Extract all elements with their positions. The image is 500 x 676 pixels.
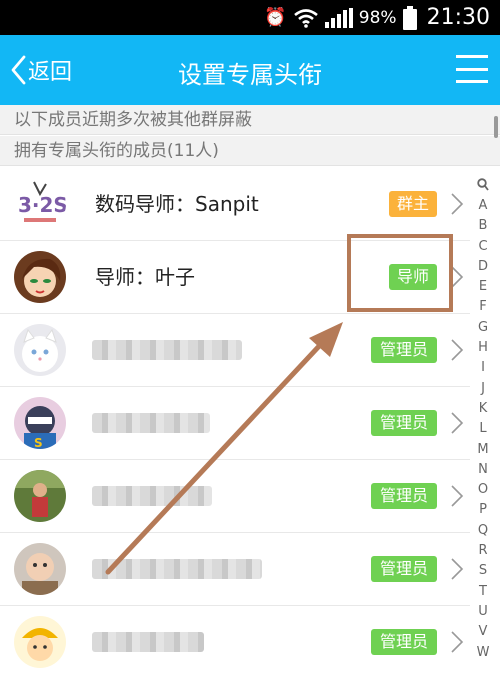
member-row[interactable]: 管理员 xyxy=(0,460,470,533)
index-letter[interactable]: D xyxy=(478,257,488,277)
index-letter[interactable]: M xyxy=(477,440,488,460)
chevron-right-icon xyxy=(451,558,464,580)
page-title: 设置专属头衔 xyxy=(178,61,322,89)
member-row[interactable]: 管理员 xyxy=(0,314,470,387)
index-letter[interactable]: W xyxy=(477,643,490,663)
title-badge-admin: 管理员 xyxy=(371,629,437,655)
index-letter[interactable]: A xyxy=(479,196,488,216)
member-row[interactable]: S 管理员 xyxy=(0,387,470,460)
member-name: 导师：叶子 xyxy=(95,265,195,289)
chevron-right-icon xyxy=(451,412,464,434)
battery-percent: 98% xyxy=(358,7,397,28)
wifi-icon xyxy=(293,8,318,28)
title-badge-admin: 管理员 xyxy=(371,556,437,582)
index-letter[interactable]: K xyxy=(479,399,488,419)
svg-text:S: S xyxy=(34,436,43,449)
chevron-right-icon xyxy=(451,485,464,507)
avatar: S xyxy=(14,397,66,449)
member-name-blurred xyxy=(92,413,210,433)
chevron-right-icon xyxy=(451,631,464,653)
title-badge-admin: 管理员 xyxy=(371,337,437,363)
index-letter[interactable]: O xyxy=(478,480,488,500)
alphabet-index[interactable]: A B C D E F G H I J K L M N O P Q R S T … xyxy=(472,178,494,663)
index-letter[interactable]: I xyxy=(481,358,485,378)
alarm-icon: ⏰ xyxy=(264,7,287,28)
index-letter[interactable]: P xyxy=(479,500,487,520)
index-letter[interactable]: Q xyxy=(478,521,488,541)
chevron-right-icon xyxy=(451,339,464,361)
index-letter[interactable]: H xyxy=(478,338,488,358)
title-badge-admin: 管理员 xyxy=(371,410,437,436)
avatar xyxy=(14,543,66,595)
chevron-right-icon xyxy=(451,266,464,288)
index-letter[interactable]: L xyxy=(479,419,486,439)
member-name-blurred xyxy=(92,340,242,360)
member-name-blurred xyxy=(92,632,204,652)
title-badge-owner: 群主 xyxy=(389,191,437,217)
member-name-blurred xyxy=(92,486,212,506)
title-badge-mentor: 导师 xyxy=(389,264,437,290)
section-title: 拥有专属头衔的成员(11人) xyxy=(0,136,500,166)
title-badge-admin: 管理员 xyxy=(371,483,437,509)
index-letter[interactable]: G xyxy=(478,318,488,338)
member-name-blurred xyxy=(92,559,262,579)
avatar xyxy=(14,251,66,303)
avatar xyxy=(14,616,66,668)
clock: 21:30 xyxy=(426,5,490,30)
index-letter[interactable]: U xyxy=(478,602,488,622)
menu-icon[interactable] xyxy=(456,55,488,83)
index-letter[interactable]: V xyxy=(479,622,488,642)
member-list: 3·2S 数码导师：Sanpit 群主 导师：叶子 导师 管理员 S 管理员 管… xyxy=(0,168,470,676)
index-letter[interactable]: S xyxy=(479,561,487,581)
index-letter[interactable]: B xyxy=(479,216,488,236)
index-letter[interactable]: F xyxy=(479,297,486,317)
index-letter[interactable]: C xyxy=(478,237,487,257)
member-row[interactable]: 管理员 xyxy=(0,533,470,606)
battery-icon xyxy=(402,5,417,30)
member-row[interactable]: 3·2S 数码导师：Sanpit 群主 xyxy=(0,168,470,241)
blocked-notice: 以下成员近期多次被其他群屏蔽 xyxy=(0,105,500,135)
member-row[interactable]: 导师：叶子 导师 xyxy=(0,241,470,314)
member-row[interactable]: 管理员 xyxy=(0,606,470,676)
title-bar: 返回 设置专属头衔 xyxy=(0,35,500,105)
index-letter[interactable]: T xyxy=(479,582,487,602)
status-bar: ⏰ 98% 21:30 xyxy=(0,0,500,35)
search-icon[interactable] xyxy=(477,178,489,192)
member-name: 数码导师：Sanpit xyxy=(95,192,259,216)
avatar xyxy=(14,324,66,376)
index-letter[interactable]: J xyxy=(481,379,485,399)
signal-icon xyxy=(324,7,353,28)
avatar xyxy=(14,470,66,522)
chevron-right-icon xyxy=(451,193,464,215)
avatar: 3·2S xyxy=(14,178,66,230)
index-letter[interactable]: N xyxy=(478,460,488,480)
svg-text:3·2S: 3·2S xyxy=(18,193,66,217)
scrollbar[interactable] xyxy=(494,116,498,138)
index-letter[interactable]: R xyxy=(478,541,487,561)
index-letter[interactable]: E xyxy=(479,277,487,297)
